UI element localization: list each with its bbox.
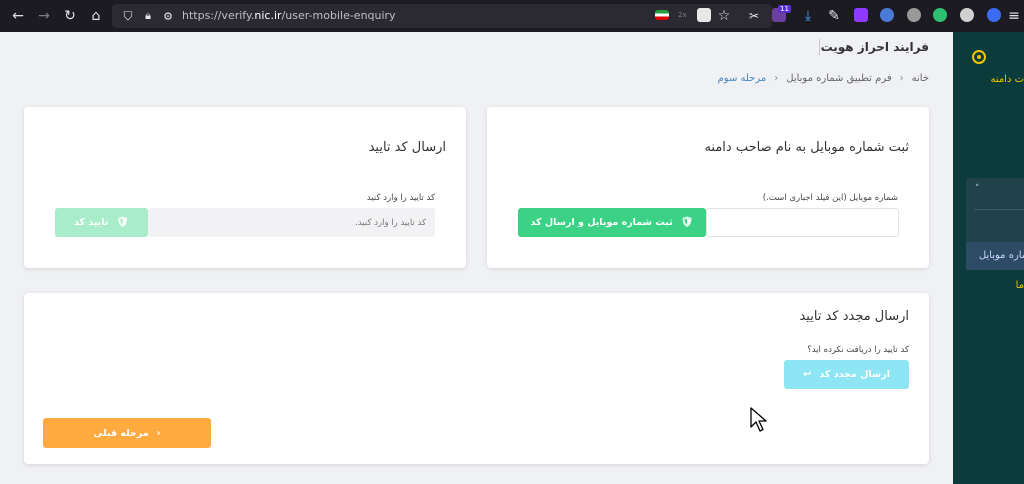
- register-card-title: ثبت شماره موبایل به نام صاحب دامنه: [704, 140, 909, 155]
- extension-face-icon[interactable]: [987, 8, 1001, 22]
- scissors-icon[interactable]: ✂: [744, 6, 764, 26]
- resend-code-card: ارسال مجدد کد تایید کد تایید را دریافت ن…: [24, 293, 929, 464]
- bookmark-star-icon[interactable]: ☆: [714, 6, 734, 26]
- permissions-icon[interactable]: ⚙: [158, 6, 178, 26]
- breadcrumb-home[interactable]: خانه: [912, 73, 929, 84]
- submenu-divider: [974, 209, 1024, 210]
- home-icon[interactable]: ⌂: [86, 6, 106, 26]
- sidebar: ت دامنه ˄ ت شماره موبایل ما: [953, 32, 1024, 484]
- register-and-send-button[interactable]: 🛡︎ ثبت شماره موبایل و ارسال کد: [518, 208, 706, 237]
- reload-icon[interactable]: ↻: [60, 6, 80, 26]
- confirm-code-label: تایید کد: [73, 217, 109, 228]
- code-input[interactable]: کد تایید را وارد کنید.: [148, 208, 435, 237]
- download-icon[interactable]: ⤓: [798, 6, 818, 26]
- breadcrumb-step: مرحله سوم: [717, 73, 767, 84]
- pen-icon[interactable]: ✎: [824, 6, 844, 26]
- verify-code-card: ارسال کد تایید کد تایید را وارد کنید کد …: [24, 107, 466, 268]
- resend-card-title: ارسال مجدد کد تایید: [799, 309, 909, 324]
- extension-v-icon[interactable]: [854, 8, 868, 22]
- browser-toolbar: ← → ↻ ⌂ ⛉ 🔒︎ ⚙ https://verify.nic.ir/use…: [0, 0, 1024, 32]
- extension-count: 11: [778, 5, 791, 13]
- qr-icon[interactable]: [697, 8, 711, 22]
- mouse-cursor-icon: [750, 407, 767, 432]
- resend-code-button[interactable]: ارسال مجدد کد ↩: [784, 360, 909, 389]
- redo-icon: ↩: [803, 369, 812, 380]
- extension-color-icon[interactable]: [933, 8, 947, 22]
- breadcrumb-chevron-icon: ‹: [774, 73, 779, 84]
- shield-check-icon: 🛡︎: [680, 217, 694, 228]
- chevron-up-icon[interactable]: ˄: [975, 184, 980, 194]
- code-field-label: کد تایید را وارد کنید: [366, 193, 435, 203]
- previous-step-button[interactable]: ‹ مرحله قبلی: [43, 418, 211, 448]
- breadcrumb: خانه ‹ فرم تطبیق شماره موبایل ‹ مرحله سو…: [718, 73, 929, 84]
- resend-question: کد تایید را دریافت نکرده اید؟: [807, 345, 909, 355]
- forward-icon[interactable]: →: [34, 6, 54, 26]
- title-bar: فرایند احراز هویت: [0, 32, 953, 64]
- shield-check-icon: 🛡︎: [116, 217, 130, 228]
- zoom-badge: 2x: [678, 11, 687, 19]
- lock-icon[interactable]: 🔒︎: [138, 6, 158, 26]
- mobile-field-label: شماره موبایل (این فیلد اجباری است.): [762, 193, 898, 203]
- previous-step-label: مرحله قبلی: [93, 427, 149, 439]
- chevron-left-icon: ‹: [156, 427, 161, 439]
- confirm-code-button[interactable]: 🛡︎ تایید کد: [55, 208, 148, 237]
- page-title: فرایند احراز هویت: [820, 40, 929, 54]
- breadcrumb-chevron-icon: ‹: [899, 73, 904, 84]
- page-content: فرایند احراز هویت خانه ‹ فرم تطبیق شماره…: [0, 32, 953, 484]
- resend-code-label: ارسال مجدد کد: [819, 369, 890, 380]
- url-text[interactable]: https://verify.nic.ir/user-mobile-enquir…: [182, 9, 396, 22]
- register-mobile-card: ثبت شماره موبایل به نام صاحب دامنه شماره…: [487, 107, 929, 268]
- sidebar-item-domain[interactable]: ت دامنه: [990, 74, 1024, 85]
- mobile-input[interactable]: [706, 208, 899, 237]
- register-and-send-label: ثبت شماره موبایل و ارسال کد: [530, 217, 673, 228]
- submenu-item-mobile[interactable]: شماره موبایل: [966, 242, 1024, 270]
- verify-card-title: ارسال کد تایید: [368, 140, 446, 155]
- breadcrumb-form[interactable]: فرم تطبیق شماره موبایل: [786, 73, 891, 84]
- iran-flag-icon: [655, 10, 669, 20]
- back-icon[interactable]: ←: [8, 6, 28, 26]
- sidebar-item-bottom[interactable]: ما: [1016, 280, 1024, 291]
- sidebar-submenu: ˄ ت شماره موبایل: [966, 178, 1024, 270]
- extension-gear-icon[interactable]: [907, 8, 921, 22]
- menu-icon[interactable]: ≡: [1004, 6, 1024, 26]
- extension-translate-icon[interactable]: [880, 8, 894, 22]
- logo-icon[interactable]: [972, 50, 986, 64]
- extension-globe-icon[interactable]: [960, 8, 974, 22]
- shield-icon[interactable]: ⛉: [118, 6, 138, 26]
